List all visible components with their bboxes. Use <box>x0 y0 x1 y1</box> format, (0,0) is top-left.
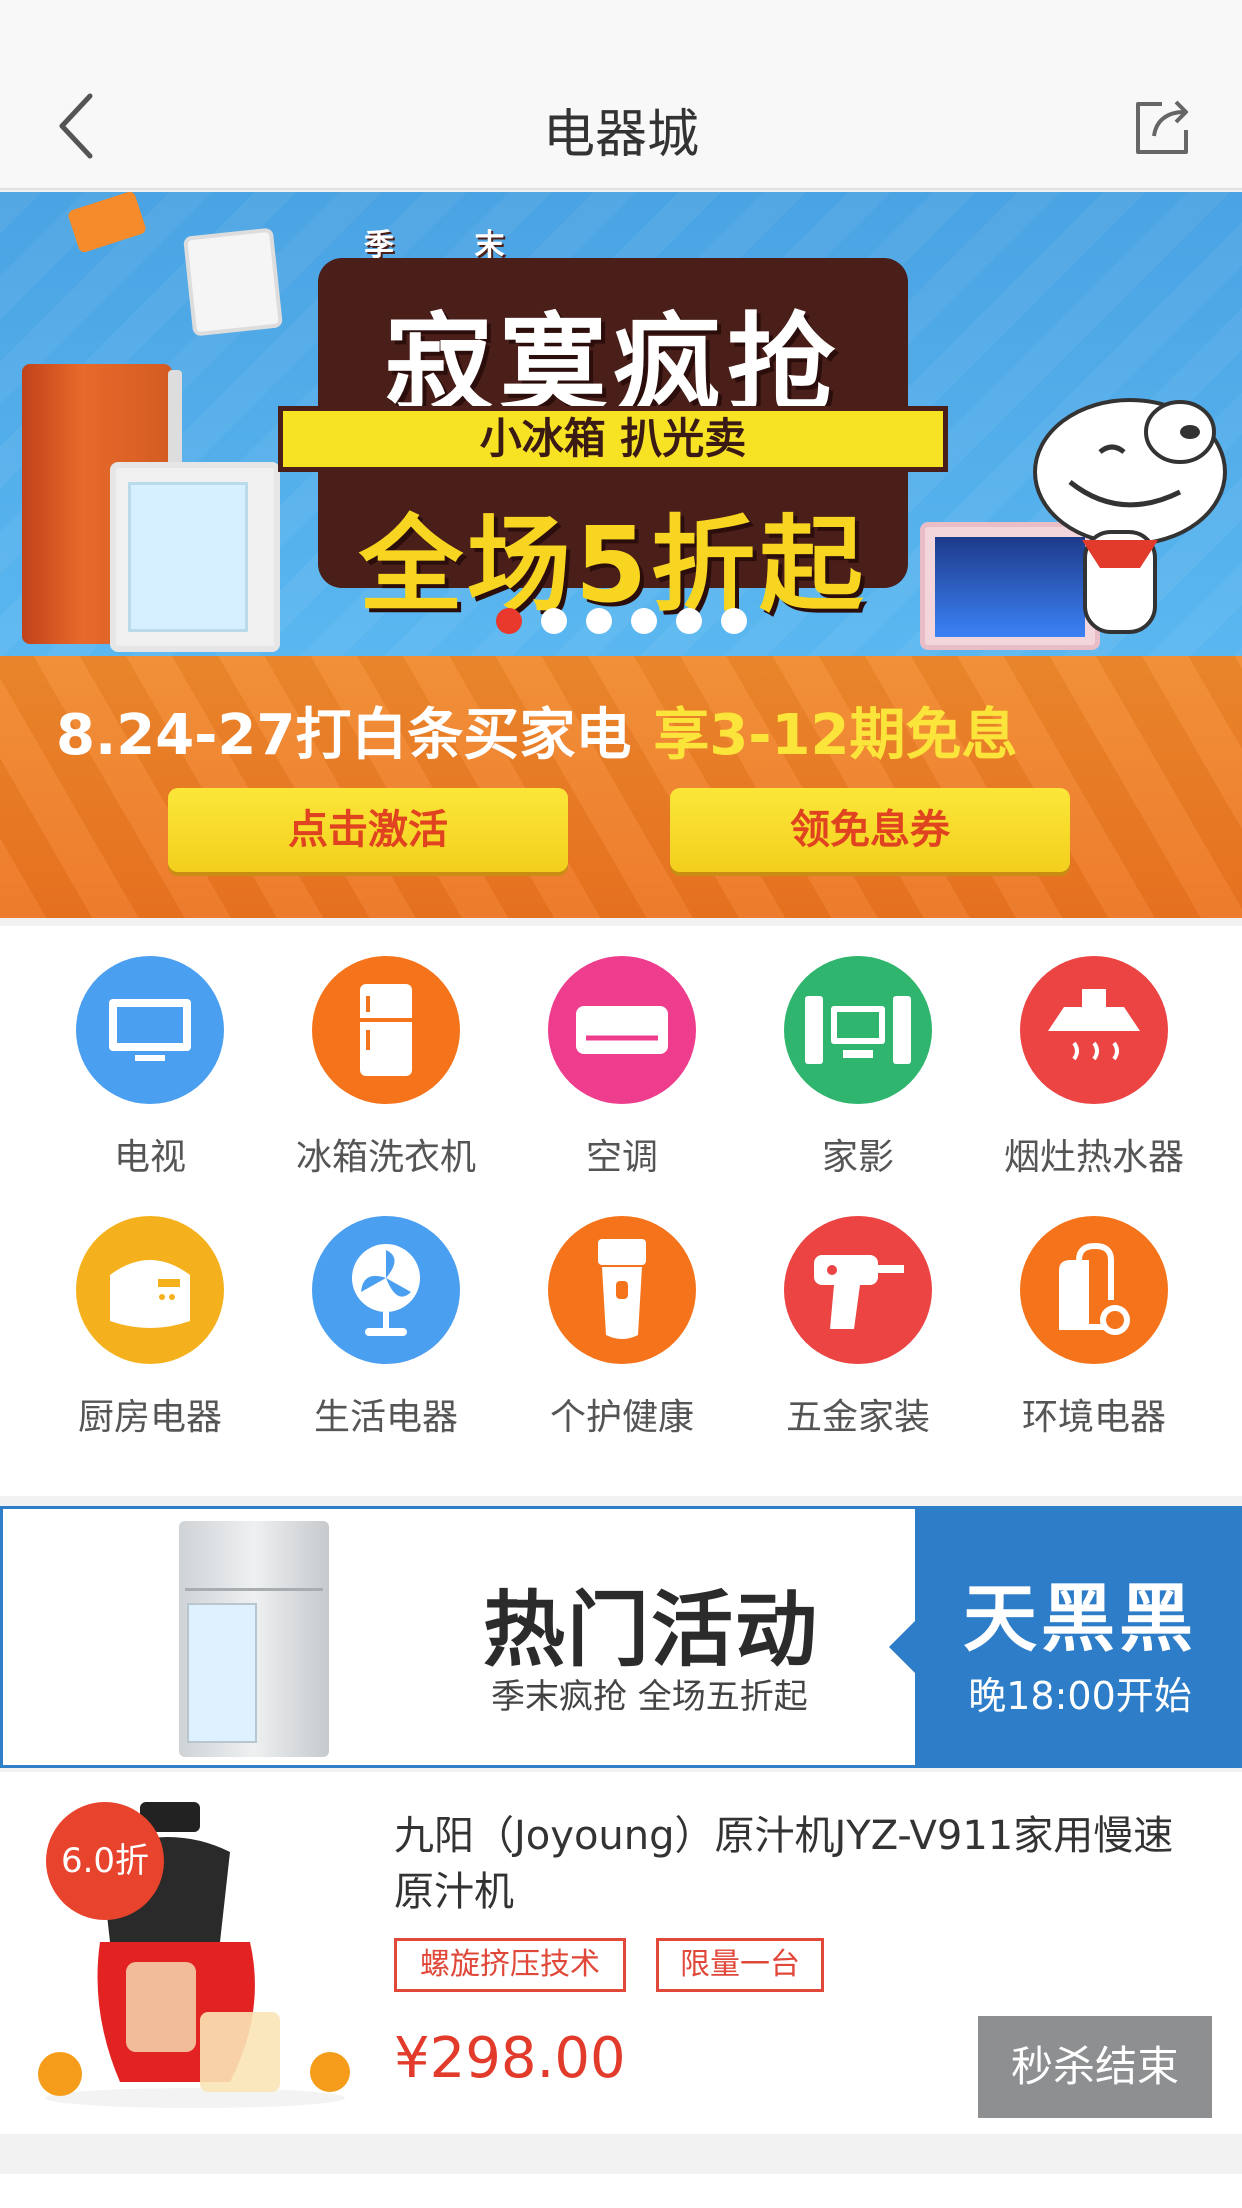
promo-highlight: 享3-12期免息 <box>653 703 1018 768</box>
category-hardware[interactable]: 五金家装 <box>740 1216 976 1456</box>
tag-mo: 末 <box>474 228 505 263</box>
category-label: 电视 <box>113 1137 186 1178</box>
carousel-dot-6[interactable] <box>721 608 747 634</box>
category-environment[interactable]: 环境电器 <box>976 1216 1212 1456</box>
product-tag: 螺旋挤压技术 <box>394 1938 626 1992</box>
carousel-dots <box>496 608 747 636</box>
category-fridge-washer[interactable]: 冰箱洗衣机 <box>268 956 504 1196</box>
carousel-dot-1[interactable] <box>496 608 522 634</box>
category-label: 冰箱洗衣机 <box>295 1137 476 1178</box>
next-product-card-edge <box>0 2174 1242 2208</box>
tv-icon <box>76 956 224 1104</box>
category-label: 烟灶热水器 <box>1003 1137 1184 1178</box>
category-label: 厨房电器 <box>77 1397 222 1438</box>
carousel-dot-5[interactable] <box>676 608 702 634</box>
hot-activity-banner[interactable]: 热门活动 季末疯抢 全场五折起 天黑黑 晚18:00开始 <box>0 1506 1242 1768</box>
banner-headline: 季 末 寂寞疯抢 小冰箱 扒光卖 全场5折起 <box>278 218 948 626</box>
category-label: 五金家装 <box>785 1397 930 1438</box>
promo-text: 8.24-27打白条买家电 <box>56 703 632 768</box>
white-fridge-image <box>110 462 280 652</box>
category-kitchen[interactable]: 厨房电器 <box>32 1216 268 1456</box>
carousel-dot-2[interactable] <box>541 608 567 634</box>
mini-fridge-image <box>183 227 283 337</box>
page-title: 电器城 <box>542 105 699 165</box>
category-air-conditioner[interactable]: 空调 <box>504 956 740 1196</box>
top-nav-bar: 电器城 <box>0 56 1242 190</box>
category-home-theater[interactable]: 家影 <box>740 956 976 1196</box>
tag-ji: 季 <box>364 228 394 263</box>
product-name[interactable]: 九阳（Joyoung）原汁机JYZ-V911家用慢速原汁机 <box>394 1808 1204 1920</box>
shaver-icon <box>548 1216 696 1364</box>
category-label: 空调 <box>585 1137 658 1178</box>
share-icon <box>1136 100 1188 154</box>
category-label: 家影 <box>821 1137 894 1178</box>
discount-badge: 6.0折 <box>46 1802 164 1920</box>
category-tv[interactable]: 电视 <box>32 956 268 1196</box>
category-grid: 电视 冰箱洗衣机 空调 家影 烟灶热水器 厨房电器 生活电器 个护健康 五金家装… <box>0 926 1242 1496</box>
fridge-image <box>179 1521 329 1757</box>
promo-line: 8.24-27打白条买家电 享3-12期免息 <box>56 690 1017 771</box>
promo-banner-carousel[interactable]: 季 末 寂寞疯抢 小冰箱 扒光卖 全场5折起 <box>0 192 1242 658</box>
range-hood-icon <box>1020 956 1168 1104</box>
product-tag: 限量一台 <box>656 1938 824 1992</box>
vacuum-icon <box>1020 1216 1168 1364</box>
air-conditioner-icon <box>548 956 696 1104</box>
night-sale-time: 晚18:00开始 <box>968 1674 1192 1718</box>
fan-icon <box>312 1216 460 1364</box>
home-theater-icon <box>784 956 932 1104</box>
category-label: 环境电器 <box>1021 1397 1166 1438</box>
night-sale-title: 天黑黑 <box>963 1576 1197 1662</box>
carousel-dot-3[interactable] <box>586 608 612 634</box>
category-personal-care[interactable]: 个护健康 <box>504 1216 740 1456</box>
drill-icon <box>784 1216 932 1364</box>
category-range-hood[interactable]: 烟灶热水器 <box>976 956 1212 1196</box>
product-card[interactable]: 6.0折 九阳（Joyoung）原汁机JYZ-V911家用慢速原汁机 螺旋挤压技… <box>0 1772 1242 2134</box>
category-label: 生活电器 <box>313 1397 458 1438</box>
activate-button[interactable]: 点击激活 <box>168 788 568 872</box>
coupon-button[interactable]: 领免息券 <box>670 788 1070 872</box>
rice-cooker-icon <box>76 1216 224 1364</box>
category-label: 个护健康 <box>549 1397 694 1438</box>
category-living[interactable]: 生活电器 <box>268 1216 504 1456</box>
credit-promo-strip: 8.24-27打白条买家电 享3-12期免息 <box>0 656 1242 918</box>
dog-mascot-image <box>1033 398 1227 634</box>
banner-ribbon: 小冰箱 扒光卖 <box>278 406 948 472</box>
hot-activity-title: 热门活动 <box>483 1583 820 1678</box>
fridge-icon <box>312 956 460 1104</box>
night-sale-panel: 天黑黑 晚18:00开始 <box>889 1509 1239 1765</box>
share-button[interactable] <box>1122 86 1202 166</box>
hot-activity-subtitle: 季末疯抢 全场五折起 <box>491 1677 808 1717</box>
product-price: ¥298.00 <box>394 2026 626 2091</box>
seckill-ended-button[interactable]: 秒杀结束 <box>978 2016 1212 2118</box>
status-bar <box>0 0 1242 56</box>
carousel-dot-4[interactable] <box>631 608 657 634</box>
